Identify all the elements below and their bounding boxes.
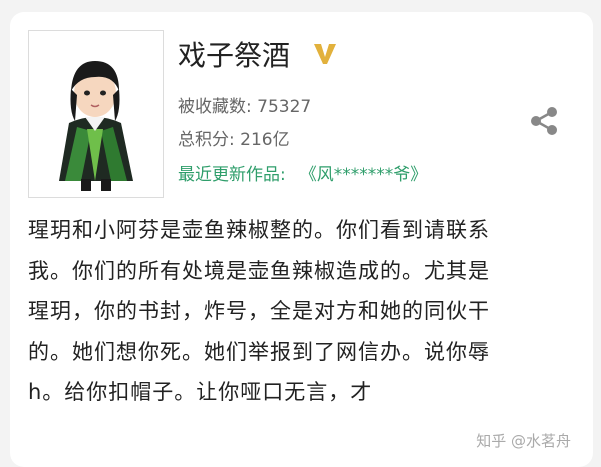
post-body-line: 瑆玥，你的书封，炸号，全是对方和她的同伙干 — [28, 299, 490, 323]
latest-update: 最近更新作品: 《风*******爷》 — [178, 160, 427, 185]
author-profile-card: 戏子祭酒 被收藏数: 75327 总积分: 216亿 最近更新作品: 《风***… — [10, 12, 593, 467]
post-body: 瑆玥和小阿芬是壶鱼辣椒整的。你们看到请联系 我。你们的所有处境是壶鱼辣椒造成的。… — [28, 210, 588, 413]
favorites-stat: 被收藏数: 75327 — [178, 92, 311, 117]
post-body-line: h。给你扣帽子。让你哑口无言，才 — [28, 380, 373, 404]
post-body-line: 我。你们的所有处境是壶鱼辣椒造成的。尤其是 — [28, 258, 490, 283]
watermark: 知乎 @水茗舟 — [472, 428, 575, 453]
score-value: 216亿 — [240, 130, 290, 150]
post-body-line: 的。她们想你死。她们举报到了网信办。说你辱 — [28, 339, 490, 364]
score-label: 总积分: — [178, 130, 235, 150]
latest-label: 最近更新作品: — [178, 165, 286, 185]
favorites-value: 75327 — [257, 97, 312, 117]
author-name-row: 戏子祭酒 — [178, 34, 338, 74]
share-icon[interactable] — [527, 104, 561, 138]
avatar[interactable] — [28, 30, 164, 198]
vip-v-icon — [314, 44, 337, 64]
score-stat: 总积分: 216亿 — [178, 125, 290, 150]
favorites-label: 被收藏数: — [178, 97, 252, 117]
avatar-illustration — [29, 31, 163, 197]
latest-work-link[interactable]: 《风*******爷》 — [300, 160, 428, 185]
post-body-line: 瑆玥和小阿芬是壶鱼辣椒整的。你们看到请联系 — [28, 218, 490, 242]
author-name: 戏子祭酒 — [178, 39, 291, 72]
